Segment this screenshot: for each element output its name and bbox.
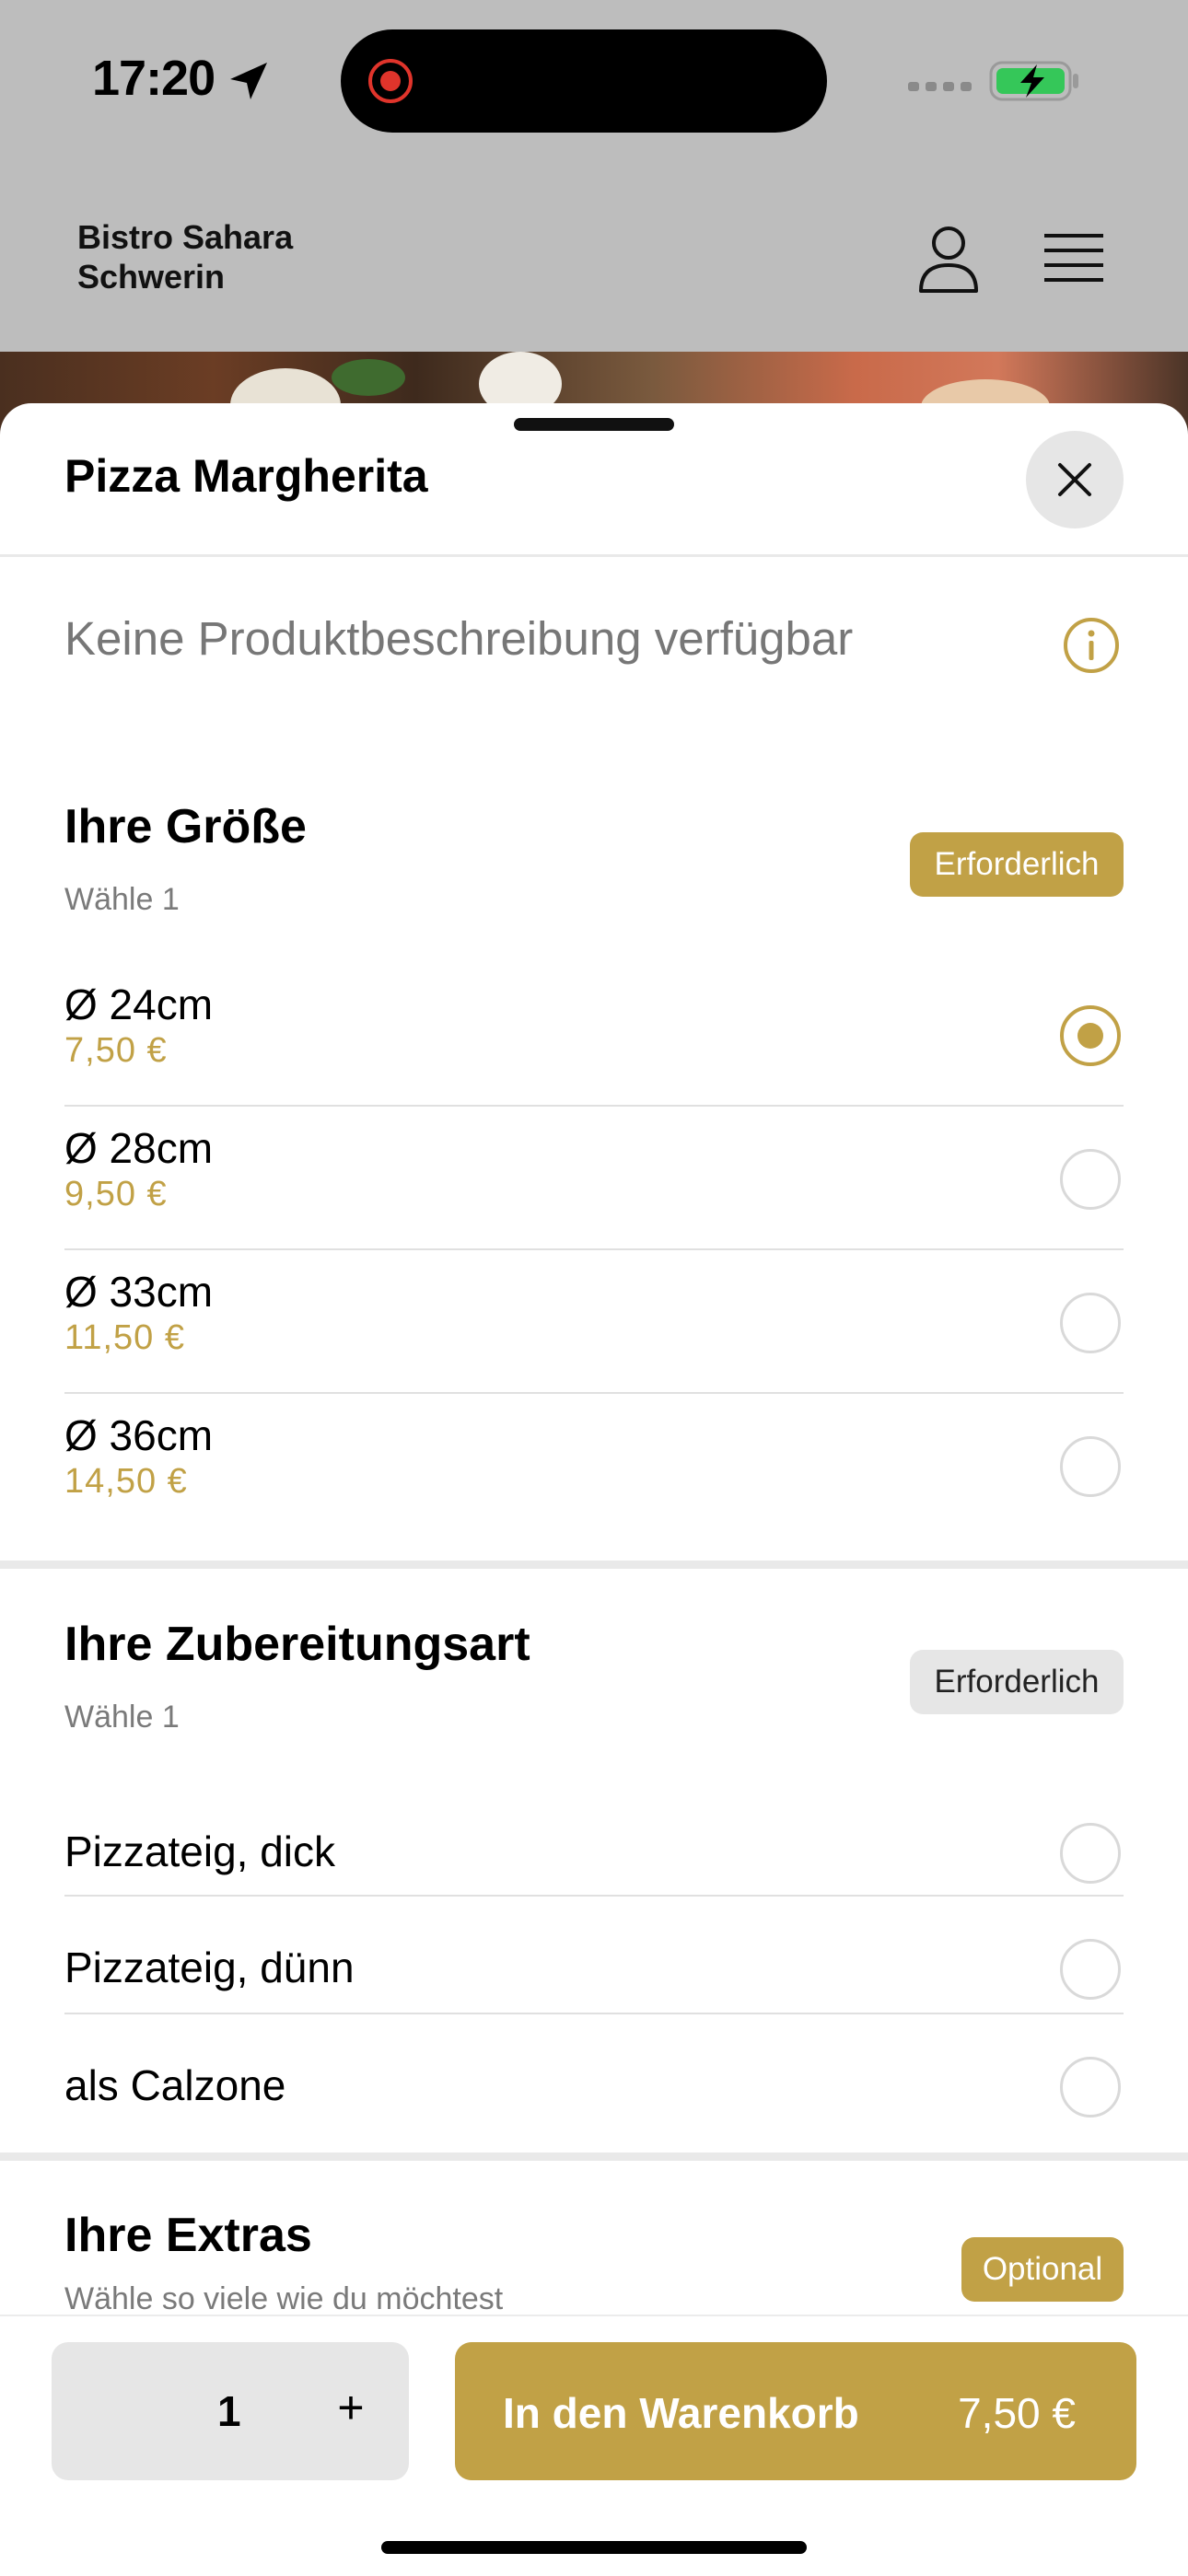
product-sheet: Pizza Margherita Keine Produktbeschreibu… bbox=[0, 403, 1188, 2574]
bottom-action-bar: 1 + In den Warenkorb 7,50 € bbox=[0, 2315, 1188, 2576]
restaurant-name-line1: Bistro Sahara bbox=[77, 218, 294, 256]
size-section-title: Ihre Größe bbox=[64, 800, 307, 853]
extras-optional-badge: Optional bbox=[961, 2237, 1124, 2302]
restaurant-name[interactable]: Bistro Sahara Schwerin bbox=[77, 217, 293, 296]
radio-button[interactable] bbox=[1060, 1436, 1121, 1497]
home-indicator[interactable] bbox=[381, 2541, 807, 2554]
option-price: 11,50 € bbox=[64, 1318, 185, 1357]
sheet-grabber[interactable] bbox=[514, 418, 674, 431]
prep-section-title: Ihre Zubereitungsart bbox=[64, 1618, 530, 1671]
row-divider bbox=[64, 1248, 1124, 1250]
quantity-stepper[interactable]: 1 + bbox=[52, 2342, 409, 2480]
radio-button[interactable] bbox=[1060, 2057, 1121, 2118]
extras-section-subtitle: Wähle so viele wie du möchtest bbox=[64, 2281, 504, 2316]
prep-option-thin[interactable]: Pizzateig, dünn bbox=[0, 1919, 1188, 2020]
section-divider bbox=[0, 1561, 1188, 1569]
option-label: als Calzone bbox=[64, 2061, 286, 2109]
radio-button[interactable] bbox=[1060, 1293, 1121, 1353]
row-divider bbox=[64, 2013, 1124, 2014]
size-option-36cm[interactable]: Ø 36cm 14,50 € bbox=[0, 1409, 1188, 1552]
recording-indicator-icon bbox=[368, 59, 413, 103]
section-divider bbox=[0, 2152, 1188, 2161]
close-icon bbox=[1058, 463, 1091, 496]
size-section-subtitle: Wähle 1 bbox=[64, 882, 180, 917]
status-bar: 17:20 bbox=[0, 0, 1188, 166]
size-option-28cm[interactable]: Ø 28cm 9,50 € bbox=[0, 1121, 1188, 1265]
row-divider bbox=[64, 1105, 1124, 1107]
add-to-cart-button[interactable]: In den Warenkorb 7,50 € bbox=[455, 2342, 1136, 2480]
info-icon[interactable] bbox=[1063, 617, 1120, 674]
header-divider bbox=[0, 554, 1188, 557]
option-label: Ø 36cm bbox=[64, 1411, 214, 1459]
radio-button[interactable] bbox=[1060, 1823, 1121, 1884]
prep-option-calzone[interactable]: als Calzone bbox=[0, 2036, 1188, 2138]
option-price: 7,50 € bbox=[64, 1031, 168, 1070]
quantity-value: 1 bbox=[217, 2387, 241, 2435]
option-label: Ø 24cm bbox=[64, 981, 214, 1028]
option-label: Ø 33cm bbox=[64, 1268, 214, 1316]
add-to-cart-price: 7,50 € bbox=[958, 2389, 1076, 2437]
location-arrow-icon bbox=[230, 63, 267, 99]
quantity-plus-button[interactable]: + bbox=[328, 2381, 374, 2434]
battery-charging-icon bbox=[989, 61, 1078, 101]
prep-option-thick[interactable]: Pizzateig, dick bbox=[0, 1803, 1188, 1904]
extras-section-title: Ihre Extras bbox=[64, 2209, 312, 2262]
row-divider bbox=[64, 1895, 1124, 1897]
prep-required-badge: Erforderlich bbox=[910, 1650, 1124, 1714]
close-button[interactable] bbox=[1026, 431, 1124, 528]
radio-button[interactable] bbox=[1060, 1939, 1121, 2000]
radio-button-selected[interactable] bbox=[1060, 1005, 1121, 1066]
add-to-cart-label: In den Warenkorb bbox=[503, 2389, 859, 2437]
option-label: Pizzateig, dick bbox=[64, 1828, 336, 1875]
user-account-icon[interactable] bbox=[917, 225, 980, 295]
prep-section-subtitle: Wähle 1 bbox=[64, 1700, 180, 1735]
option-price: 9,50 € bbox=[64, 1175, 168, 1213]
status-time: 17:20 bbox=[92, 51, 215, 106]
option-label: Pizzateig, dünn bbox=[64, 1944, 355, 1991]
hamburger-menu-icon[interactable] bbox=[1044, 232, 1103, 284]
product-description: Keine Produktbeschreibung verfügbar bbox=[64, 612, 854, 665]
size-option-24cm[interactable]: Ø 24cm 7,50 € bbox=[0, 978, 1188, 1121]
radio-button[interactable] bbox=[1060, 1149, 1121, 1210]
option-price: 14,50 € bbox=[64, 1462, 188, 1501]
restaurant-name-line2: Schwerin bbox=[77, 258, 226, 296]
row-divider bbox=[64, 1392, 1124, 1394]
size-required-badge: Erforderlich bbox=[910, 832, 1124, 897]
option-label: Ø 28cm bbox=[64, 1124, 214, 1172]
cellular-signal-icon bbox=[908, 82, 972, 91]
product-title: Pizza Margherita bbox=[64, 450, 428, 502]
size-option-33cm[interactable]: Ø 33cm 11,50 € bbox=[0, 1265, 1188, 1409]
